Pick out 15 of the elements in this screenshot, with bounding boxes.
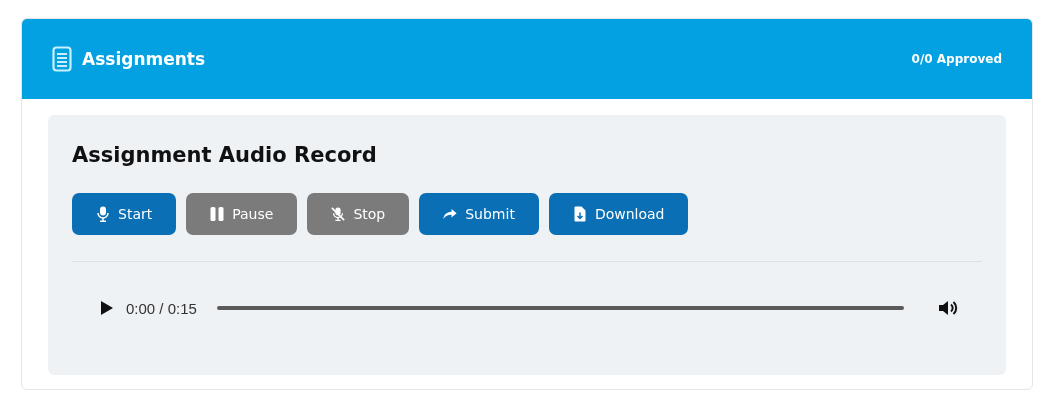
action-button[interactable]: Download	[548, 193, 689, 235]
action-button[interactable]: Submit	[419, 193, 539, 235]
pause-icon	[210, 206, 225, 222]
header-title: Assignments	[82, 49, 206, 69]
microphone-icon	[96, 206, 110, 222]
volume-icon[interactable]	[938, 299, 958, 317]
panel-title: Assignment Audio Record	[72, 143, 378, 167]
play-icon[interactable]	[100, 300, 114, 316]
document-icon	[52, 46, 72, 72]
approval-status: 0/0 Approved	[911, 52, 1002, 66]
progress-track[interactable]	[216, 306, 904, 310]
file-download-icon	[572, 206, 587, 222]
time-display: 0:00 / 0:15	[126, 299, 197, 317]
action-button[interactable]: Start	[72, 193, 177, 235]
microphone-off-icon	[331, 206, 346, 222]
